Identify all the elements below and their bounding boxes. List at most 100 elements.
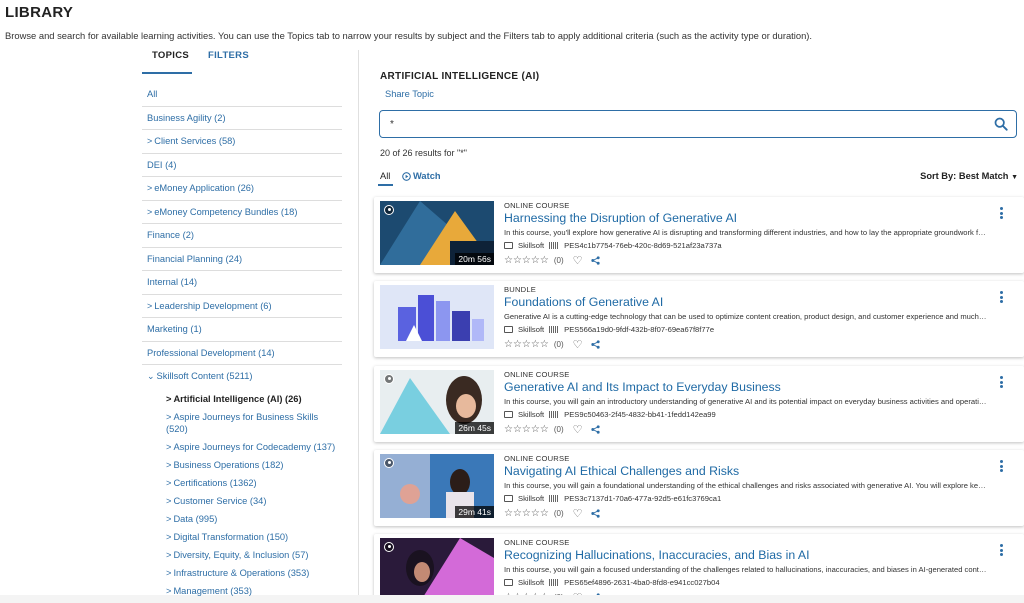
subtopic-item[interactable]: >Aspire Journeys for Business Skills (52… xyxy=(142,411,342,435)
search-input[interactable] xyxy=(390,116,980,132)
course-meta: Skillsoft PES9c50463-2f45-4832-bb41-1fed… xyxy=(504,410,716,419)
course-card[interactable]: 29m 41s ONLINE COURSE Navigating AI Ethi… xyxy=(374,450,1024,526)
course-code: PES566a19d0-9fdf-432b-8f07-69ea67f8f77e xyxy=(564,325,714,334)
course-thumbnail[interactable]: 26m 45s xyxy=(380,370,494,434)
star-rating[interactable]: ☆☆☆☆☆ xyxy=(504,508,549,519)
subtopic-item[interactable]: >Data (995) xyxy=(142,513,342,525)
topic-item[interactable]: Financial Planning (24) xyxy=(142,248,342,272)
more-options-icon[interactable] xyxy=(1000,376,1004,390)
topic-label: eMoney Application (26) xyxy=(154,183,254,193)
provider-icon xyxy=(504,495,513,502)
topic-item[interactable]: ⌄Skillsoft Content (5211) xyxy=(142,365,342,389)
topic-label: Skillsoft Content (5211) xyxy=(157,371,253,381)
share-topic-link[interactable]: Share Topic xyxy=(385,89,434,99)
topic-item[interactable]: Professional Development (14) xyxy=(142,342,342,366)
more-options-icon[interactable] xyxy=(1000,291,1004,305)
topic-item[interactable]: Internal (14) xyxy=(142,271,342,295)
topic-item[interactable]: >eMoney Application (26) xyxy=(142,177,342,201)
content-type: ONLINE COURSE xyxy=(504,370,569,379)
heart-icon[interactable]: ♡ xyxy=(573,507,583,520)
provider-icon xyxy=(504,242,513,249)
topic-item[interactable]: DEI (4) xyxy=(142,154,342,178)
topic-item[interactable]: >eMoney Competency Bundles (18) xyxy=(142,201,342,225)
more-options-icon[interactable] xyxy=(1000,207,1004,221)
content-type: BUNDLE xyxy=(504,285,536,294)
more-options-icon[interactable] xyxy=(1000,544,1004,558)
subtopic-item[interactable]: >Diversity, Equity, & Inclusion (57) xyxy=(142,549,342,561)
course-card[interactable]: 20m 56s ONLINE COURSE Harnessing the Dis… xyxy=(374,197,1024,273)
tab-topics[interactable]: TOPICS xyxy=(152,50,189,61)
course-description: In this course, you will gain an introdu… xyxy=(504,397,987,406)
subtopic-label: Management (353) xyxy=(173,586,252,596)
course-thumbnail[interactable]: 20m 56s xyxy=(380,201,494,265)
heart-icon[interactable]: ♡ xyxy=(573,423,583,436)
active-tab-indicator xyxy=(142,72,192,74)
course-title-link[interactable]: Foundations of Generative AI xyxy=(504,295,663,309)
topic-label: Business Agility (2) xyxy=(147,113,226,123)
page-header: LIBRARY Browse and search for available … xyxy=(0,0,1024,50)
share-icon[interactable] xyxy=(591,340,600,349)
topic-item[interactable]: >Leadership Development (6) xyxy=(142,295,342,319)
course-card[interactable]: BUNDLE Foundations of Generative AI Gene… xyxy=(374,281,1024,357)
course-card[interactable]: ONLINE COURSE Recognizing Hallucinations… xyxy=(374,534,1024,595)
course-meta: Skillsoft PES566a19d0-9fdf-432b-8f07-69e… xyxy=(504,325,714,334)
subtopic-item[interactable]: >Business Operations (182) xyxy=(142,459,342,471)
course-actions: ☆☆☆☆☆ (0) ♡ xyxy=(504,254,600,267)
search-icon[interactable] xyxy=(994,117,1008,131)
tab-filters[interactable]: FILTERS xyxy=(208,50,249,61)
heart-icon[interactable]: ♡ xyxy=(573,254,583,267)
video-icon xyxy=(384,542,394,552)
topic-title: ARTIFICIAL INTELLIGENCE (AI) xyxy=(380,71,539,82)
subtopic-item[interactable]: >Certifications (1362) xyxy=(142,477,342,489)
topic-item[interactable]: All xyxy=(142,83,342,107)
share-icon[interactable] xyxy=(591,509,600,518)
filter-watch[interactable]: Watch xyxy=(402,171,441,181)
chevron-right-icon: > xyxy=(166,514,171,524)
subtopic-item[interactable]: >Artificial Intelligence (AI) (26) xyxy=(142,393,342,405)
sort-dropdown[interactable]: Sort By: Best Match ▼ xyxy=(920,171,1018,181)
course-thumbnail[interactable] xyxy=(380,285,494,349)
topic-label: Professional Development (14) xyxy=(147,348,275,358)
course-title-link[interactable]: Navigating AI Ethical Challenges and Ris… xyxy=(504,464,739,478)
topic-label: Internal (14) xyxy=(147,277,197,287)
course-title-link[interactable]: Recognizing Hallucinations, Inaccuracies… xyxy=(504,548,810,562)
subtopic-item[interactable]: >Digital Transformation (150) xyxy=(142,531,342,543)
heart-icon[interactable]: ♡ xyxy=(573,338,583,351)
share-icon[interactable] xyxy=(591,425,600,434)
more-options-icon[interactable] xyxy=(1000,460,1004,474)
subtopic-label: Artificial Intelligence (AI) (26) xyxy=(173,394,301,404)
star-rating[interactable]: ☆☆☆☆☆ xyxy=(504,339,549,350)
topic-item[interactable]: Business Agility (2) xyxy=(142,107,342,131)
video-icon xyxy=(384,374,394,384)
duration-badge: 26m 45s xyxy=(455,422,494,434)
topic-item[interactable]: Finance (2) xyxy=(142,224,342,248)
chevron-right-icon: > xyxy=(147,183,152,193)
course-thumbnail[interactable] xyxy=(380,538,494,595)
filter-all[interactable]: All xyxy=(380,171,390,181)
subtopic-item[interactable]: >Infrastructure & Operations (353) xyxy=(142,567,342,579)
course-title-link[interactable]: Generative AI and Its Impact to Everyday… xyxy=(504,380,781,394)
subtopic-item[interactable]: >Aspire Journeys for Codecademy (137) xyxy=(142,441,342,453)
rating-count: (0) xyxy=(554,425,564,434)
subtopic-item[interactable]: >Customer Service (34) xyxy=(142,495,342,507)
search-box[interactable] xyxy=(379,110,1017,138)
topic-item[interactable]: Marketing (1) xyxy=(142,318,342,342)
course-title-link[interactable]: Harnessing the Disruption of Generative … xyxy=(504,211,737,225)
filter-all-indicator xyxy=(378,184,393,186)
provider-name: Skillsoft xyxy=(518,241,544,250)
topic-label: DEI (4) xyxy=(147,160,176,170)
course-thumbnail[interactable]: 29m 41s xyxy=(380,454,494,518)
course-meta: Skillsoft PES65ef4896-2631-4ba0-8fd8-e94… xyxy=(504,578,720,587)
content-type: ONLINE COURSE xyxy=(504,201,569,210)
heart-icon[interactable]: ♡ xyxy=(573,591,583,595)
topic-item[interactable]: >Client Services (58) xyxy=(142,130,342,154)
chevron-right-icon: > xyxy=(166,412,171,422)
course-card[interactable]: 26m 45s ONLINE COURSE Generative AI and … xyxy=(374,366,1024,442)
content-type: ONLINE COURSE xyxy=(504,454,569,463)
star-rating[interactable]: ☆☆☆☆☆ xyxy=(504,255,549,266)
star-rating[interactable]: ☆☆☆☆☆ xyxy=(504,424,549,435)
page-title: LIBRARY xyxy=(5,4,73,21)
share-icon[interactable] xyxy=(591,256,600,265)
provider-name: Skillsoft xyxy=(518,410,544,419)
topic-label: Marketing (1) xyxy=(147,324,202,334)
